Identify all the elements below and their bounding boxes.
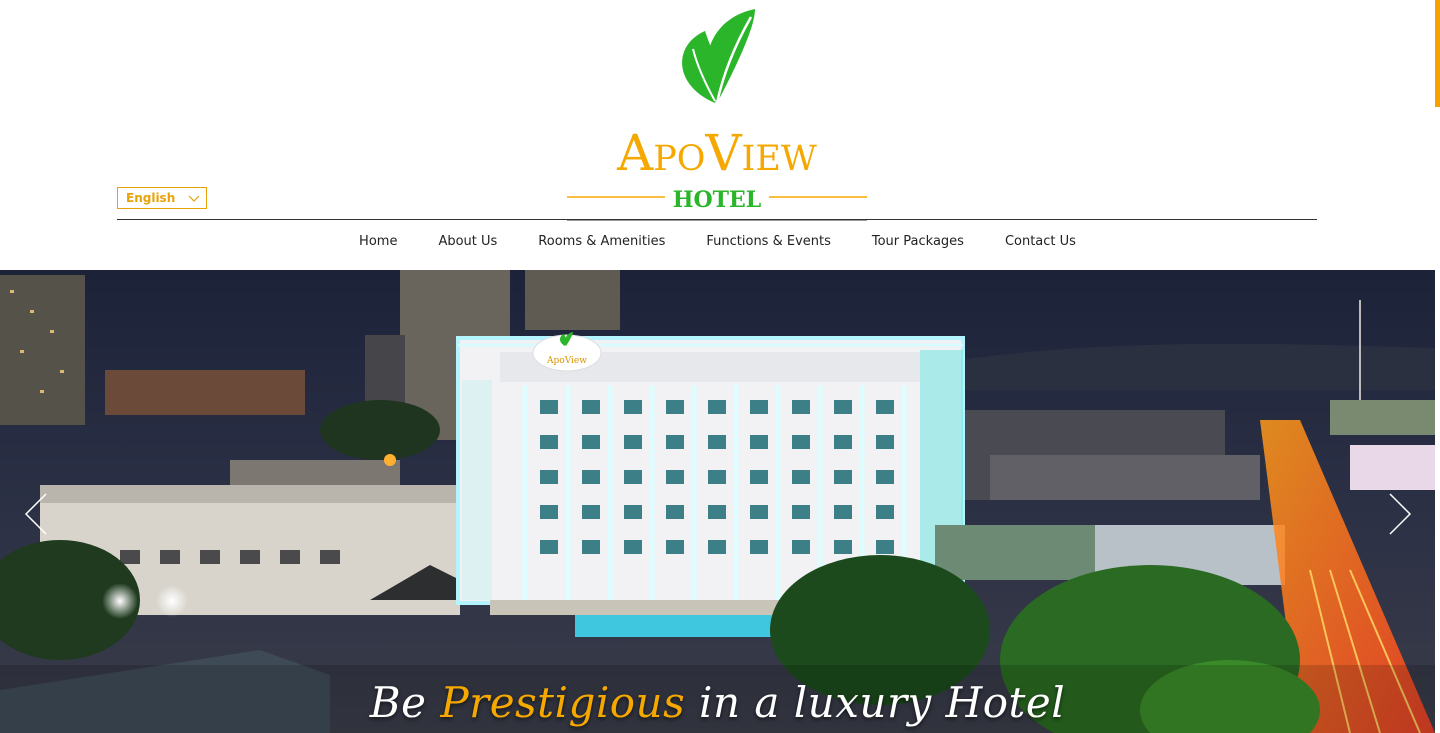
header-divider bbox=[117, 219, 1317, 220]
nav-item-rooms-amenities[interactable]: Rooms & Amenities bbox=[538, 234, 665, 249]
chevron-down-icon bbox=[188, 195, 200, 202]
slogan-highlight: Prestigious bbox=[440, 678, 686, 727]
hero-slider: ApoView Be Prestigious in a luxury Hotel bbox=[0, 270, 1435, 733]
main-nav: Home About Us Rooms & Amenities Function… bbox=[0, 234, 1435, 249]
language-select[interactable]: English bbox=[117, 187, 207, 209]
slider-prev-icon[interactable] bbox=[24, 492, 48, 536]
nav-item-contact-us[interactable]: Contact Us bbox=[1005, 234, 1076, 249]
language-selected: English bbox=[126, 191, 176, 205]
nav-item-functions-events[interactable]: Functions & Events bbox=[706, 234, 830, 249]
logo-wordmark: ApoView bbox=[616, 124, 817, 182]
hotel-logo[interactable]: ApoView HOTEL bbox=[565, 5, 870, 223]
nav-item-home[interactable]: Home bbox=[359, 234, 397, 249]
logo-subtitle: HOTEL bbox=[673, 187, 762, 213]
logo-graphic: ApoView HOTEL bbox=[567, 9, 867, 221]
slogan-suffix: in a luxury Hotel bbox=[699, 678, 1066, 727]
building-sign-text: ApoView bbox=[546, 356, 587, 366]
nav-item-tour-packages[interactable]: Tour Packages bbox=[872, 234, 964, 249]
slider-next-icon[interactable] bbox=[1388, 492, 1412, 536]
site-header: ApoView HOTEL English Home About Us Room… bbox=[0, 0, 1435, 270]
hero-photo: ApoView bbox=[0, 270, 1435, 733]
nav-item-about-us[interactable]: About Us bbox=[438, 234, 497, 249]
hero-slogan: Be Prestigious in a luxury Hotel bbox=[0, 678, 1435, 727]
scroll-indicator[interactable] bbox=[1435, 0, 1440, 107]
slogan-prefix: Be bbox=[369, 678, 427, 727]
